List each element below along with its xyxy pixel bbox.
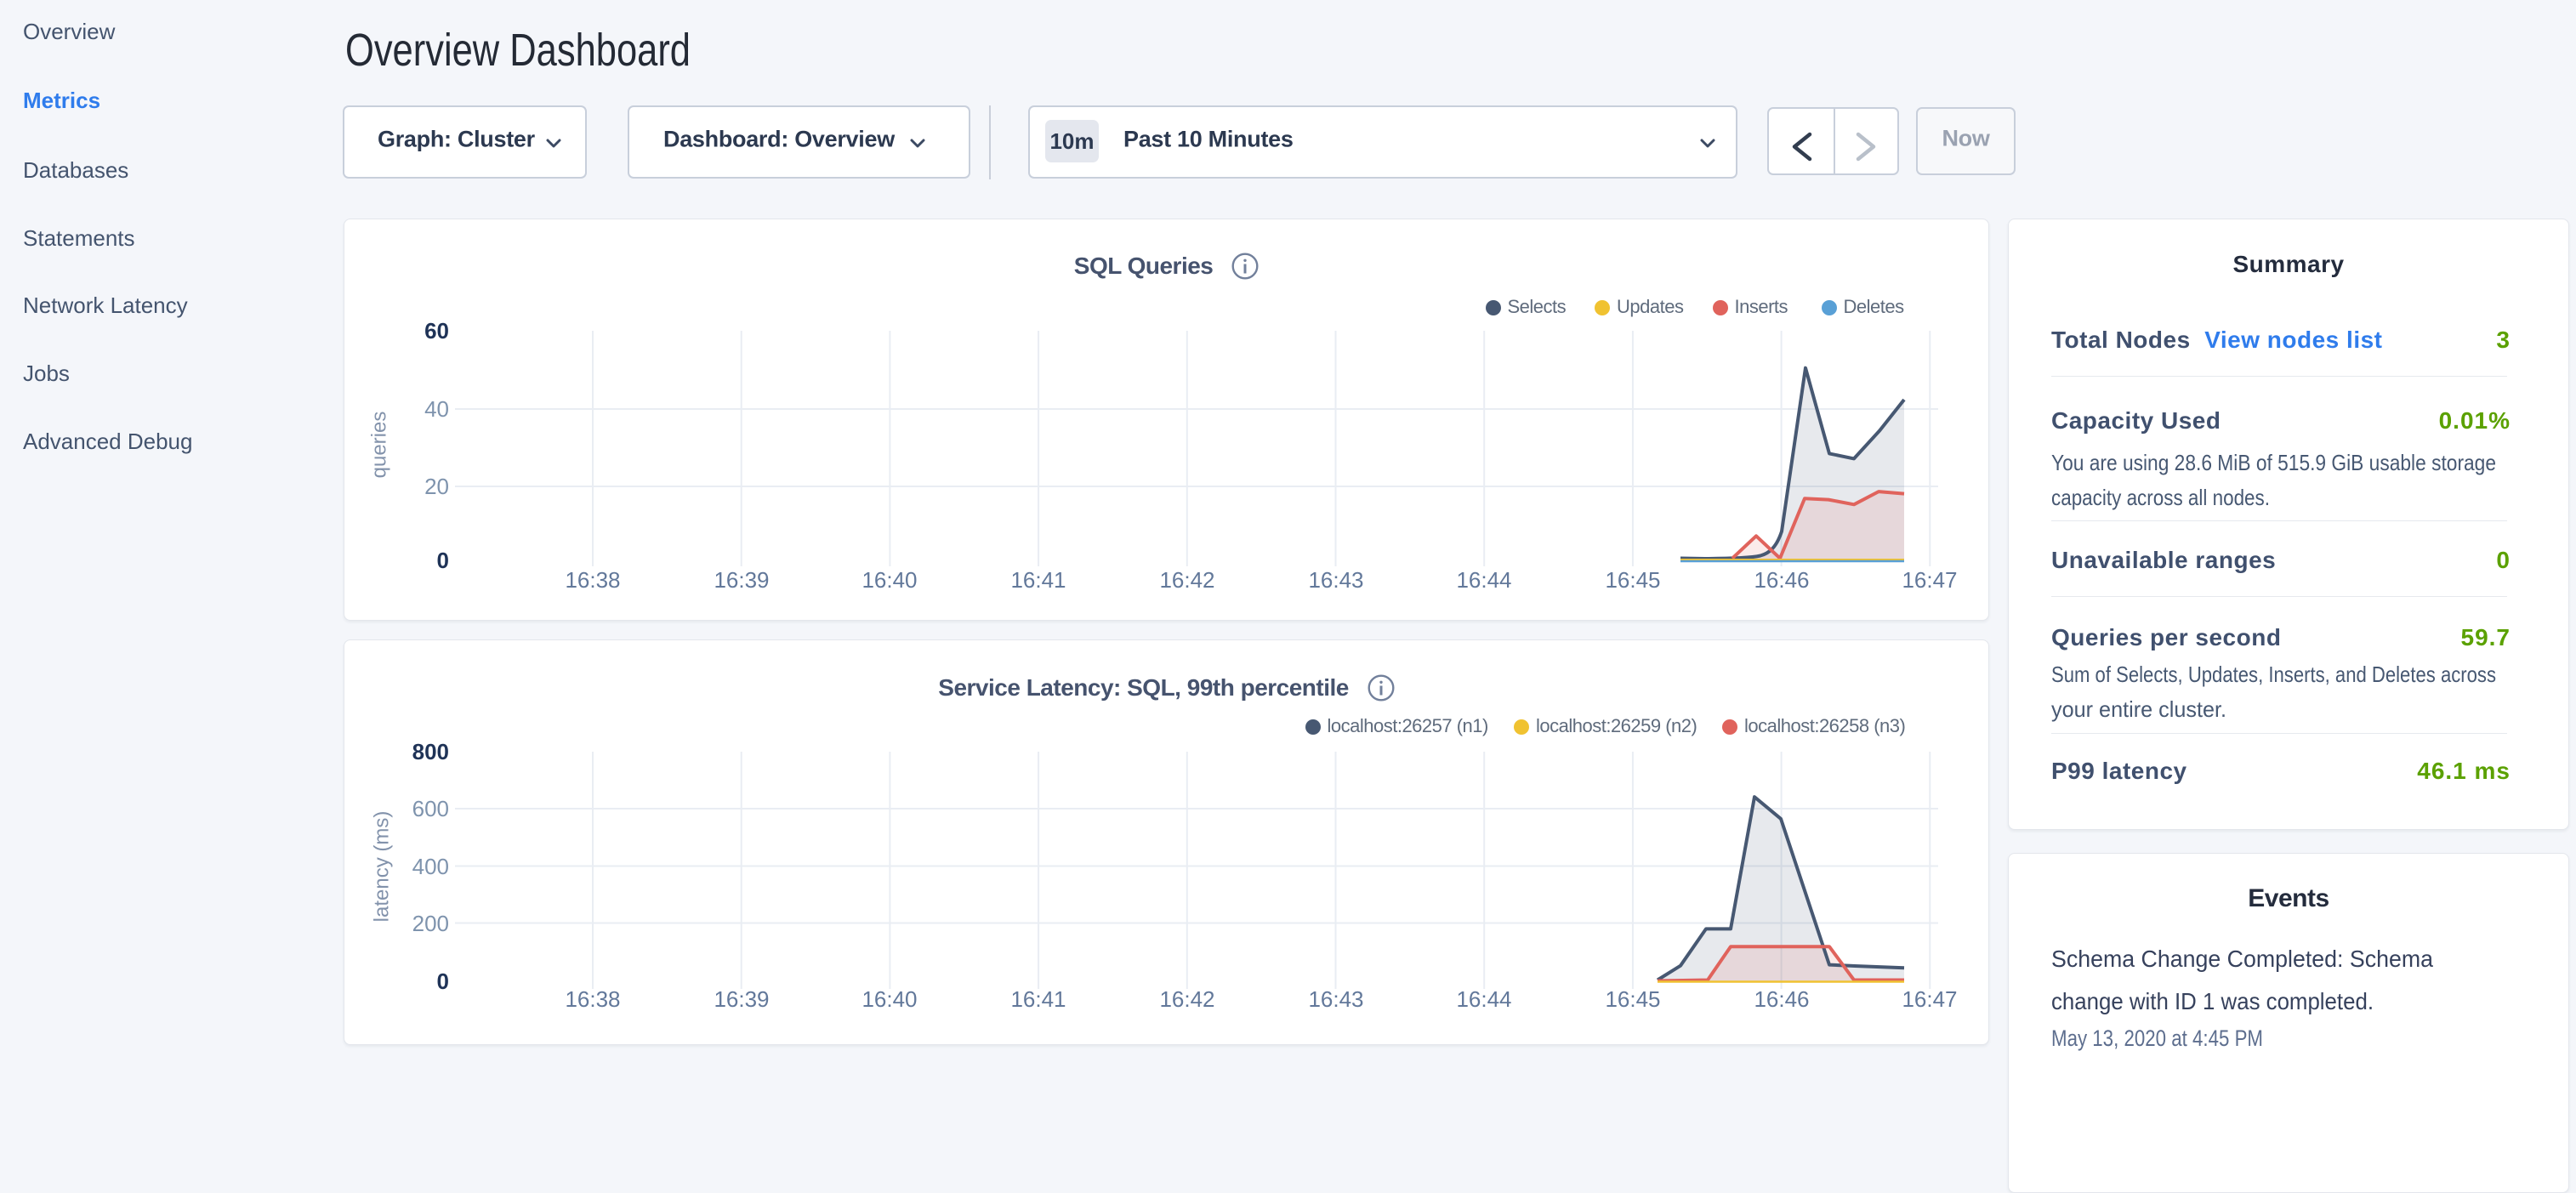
svg-text:May 13, 2020 at 4:45 PM: May 13, 2020 at 4:45 PM xyxy=(2051,1025,2263,1051)
svg-text:Sum of Selects, Updates, Inser: Sum of Selects, Updates, Inserts, and De… xyxy=(2051,662,2496,687)
svg-text:capacity across all nodes.: capacity across all nodes. xyxy=(2051,485,2270,510)
svg-text:your entire cluster.: your entire cluster. xyxy=(2051,696,2226,722)
svg-text:Schema Change Completed: Schem: Schema Change Completed: Schema xyxy=(2051,946,2433,972)
svg-text:You are using 28.6 MiB of 515.: You are using 28.6 MiB of 515.9 GiB usab… xyxy=(2051,450,2496,475)
svg-text:change with ID 1 was completed: change with ID 1 was completed. xyxy=(2051,988,2374,1014)
svg-text:Overview Dashboard: Overview Dashboard xyxy=(345,25,691,76)
